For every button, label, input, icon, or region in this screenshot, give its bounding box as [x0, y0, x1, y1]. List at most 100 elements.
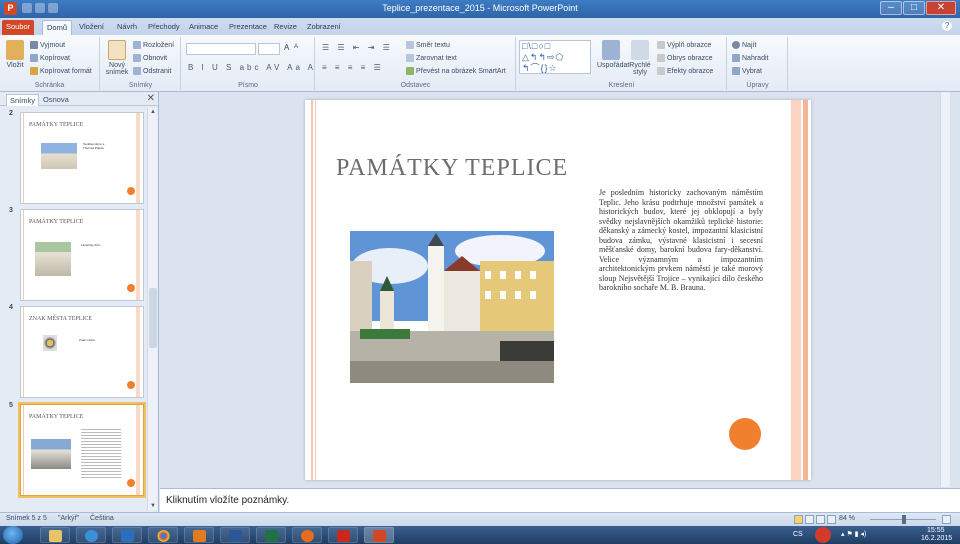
- shapes-gallery[interactable]: □\□○□ △↰↰⇨⬠ ↰⌒{}☆: [519, 40, 591, 74]
- chrome-icon: [157, 530, 170, 542]
- cut-button[interactable]: Vyjmout: [30, 41, 65, 49]
- smartart-icon: [406, 67, 414, 75]
- tab-home[interactable]: Domů: [42, 20, 73, 35]
- fill-icon: [657, 41, 665, 49]
- align-buttons[interactable]: ≡ ≡ ≡ ≡ ☰: [322, 63, 384, 72]
- slide-editor: PAMÁTKY TEPLICE Je posledním historicky …: [160, 92, 950, 487]
- text-direction-button[interactable]: Směr textu: [406, 41, 450, 49]
- reading-view-icon[interactable]: [816, 515, 825, 524]
- layout-button[interactable]: Rozložení: [133, 41, 174, 49]
- slide-thumbnail[interactable]: PAMÁTKY TEPLICE Lázeňský dům: [20, 209, 144, 301]
- align-text-button[interactable]: Zarovnat text: [406, 54, 457, 62]
- tab-slideshow[interactable]: Prezentace: [225, 20, 271, 35]
- tab-review[interactable]: Revize: [270, 20, 301, 35]
- format-painter-button[interactable]: Kopírovat formát: [30, 67, 92, 75]
- font-format-buttons[interactable]: B I U S abc AV Aa A: [188, 63, 316, 72]
- taskbar-chrome[interactable]: [148, 527, 178, 543]
- scroll-thumb[interactable]: [149, 288, 157, 348]
- paste-button[interactable]: Vložit: [3, 40, 27, 69]
- scroll-up-icon[interactable]: ▲: [148, 109, 158, 115]
- replace-icon: [732, 54, 740, 62]
- minimize-button[interactable]: –: [880, 1, 902, 15]
- fit-slide-icon[interactable]: [942, 515, 951, 524]
- slides-label: Snímky: [128, 82, 153, 89]
- status-bar: Snímek 5 z 5 "Arkýř" Čeština 84 %: [0, 512, 960, 526]
- shape-fill-button[interactable]: Výplň obrazce: [657, 41, 711, 49]
- taskbar-word[interactable]: [220, 527, 250, 543]
- taskbar-explorer[interactable]: [40, 527, 70, 543]
- font-name-combobox[interactable]: [186, 43, 256, 55]
- slide-thumbnail[interactable]: PAMÁTKY TEPLICE Teplické lázně a Thermia…: [20, 112, 144, 204]
- arrange-icon: [602, 40, 620, 60]
- town-square-photo[interactable]: [350, 231, 554, 383]
- tab-outline[interactable]: Osnova: [40, 94, 72, 106]
- taskbar-outlook[interactable]: [184, 527, 214, 543]
- window-title: Teplice_prezentace_2015 - Microsoft Powe…: [382, 3, 578, 13]
- grow-font-button[interactable]: A: [284, 43, 289, 52]
- tab-transitions[interactable]: Přechody: [144, 20, 184, 35]
- normal-view-icon[interactable]: [794, 515, 803, 524]
- arrange-button[interactable]: Uspořádat: [597, 40, 629, 69]
- find-button[interactable]: Najít: [732, 41, 756, 49]
- select-button[interactable]: Vybrat: [732, 67, 762, 75]
- slide-thumbnail-selected[interactable]: PAMÁTKY TEPLICE: [18, 402, 146, 498]
- new-slide-button[interactable]: Nový snímek: [103, 40, 131, 76]
- tab-insert[interactable]: Vložení: [75, 20, 108, 35]
- reset-button[interactable]: Obnovit: [133, 54, 167, 62]
- close-pane-icon[interactable]: ✕: [147, 93, 155, 104]
- scroll-down-icon[interactable]: ▼: [148, 503, 158, 509]
- quick-styles-button[interactable]: Rychlé styly: [627, 40, 653, 76]
- clock-date[interactable]: 16.2.2015: [921, 535, 952, 542]
- media-player-icon: [121, 530, 134, 542]
- taskbar-firefox[interactable]: [292, 527, 322, 543]
- start-button[interactable]: [3, 526, 23, 544]
- shape-effects-button[interactable]: Efekty obrazce: [657, 67, 713, 75]
- font-size-combobox[interactable]: [258, 43, 280, 55]
- ribbon: Vložit Vyjmout Kopírovat Kopírovat formá…: [0, 35, 960, 92]
- taskbar-acrobat[interactable]: [328, 527, 358, 543]
- zoom-level[interactable]: 84 %: [839, 515, 855, 522]
- shape-outline-button[interactable]: Obrys obrazce: [657, 54, 713, 62]
- select-icon: [732, 67, 740, 75]
- zoom-slider-knob[interactable]: [902, 515, 906, 524]
- notes-placeholder[interactable]: Kliknutím vložíte poznámky.: [166, 495, 289, 506]
- zoom-controls: 84 %: [794, 515, 954, 525]
- tray-app-icon[interactable]: [815, 527, 831, 543]
- taskbar-powerpoint[interactable]: [364, 527, 394, 543]
- list-buttons[interactable]: ☰ ☰ ⇤ ⇥ ☰: [322, 43, 393, 52]
- slide-body-text[interactable]: Je posledním historicky zachovaným náměs…: [599, 188, 763, 293]
- slide-number: 4: [9, 304, 13, 311]
- input-language[interactable]: CS: [793, 531, 803, 538]
- tab-design[interactable]: Návrh: [113, 20, 141, 35]
- slideshow-icon[interactable]: [827, 515, 836, 524]
- help-icon[interactable]: ?: [942, 21, 952, 31]
- shrink-font-button[interactable]: A: [294, 44, 298, 50]
- replace-button[interactable]: Nahradit: [732, 54, 768, 62]
- tray-icons[interactable]: ▴ ⚑ ▮ ◂): [841, 530, 866, 538]
- thumbnail-image: [31, 439, 71, 469]
- slide-sorter-icon[interactable]: [805, 515, 814, 524]
- notes-pane[interactable]: Kliknutím vložíte poznámky.: [160, 488, 960, 512]
- tab-slides[interactable]: Snímky: [6, 94, 40, 106]
- clock-time[interactable]: 15:55: [927, 527, 945, 534]
- tab-animations[interactable]: Animace: [185, 20, 222, 35]
- slide-thumbnail[interactable]: ZNAK MĚSTA TEPLICE Znak města: [20, 306, 144, 398]
- taskbar-media[interactable]: [112, 527, 142, 543]
- slide-title[interactable]: PAMÁTKY TEPLICE: [336, 155, 568, 182]
- current-slide[interactable]: PAMÁTKY TEPLICE Je posledním historicky …: [305, 100, 811, 480]
- pane-scrollbar[interactable]: ▲ ▼: [147, 108, 157, 510]
- maximize-button[interactable]: □: [903, 1, 925, 15]
- paragraph-label: Odstavec: [400, 82, 431, 89]
- taskbar-ie[interactable]: [76, 527, 106, 543]
- close-button[interactable]: ✕: [926, 1, 956, 15]
- delete-slide-button[interactable]: Odstranit: [133, 67, 171, 75]
- editor-scrollbar[interactable]: [940, 92, 950, 487]
- taskbar-excel[interactable]: [256, 527, 286, 543]
- tab-file[interactable]: Soubor: [2, 20, 35, 35]
- pane-tabs: Snímky Osnova ✕: [0, 92, 159, 106]
- tab-view[interactable]: Zobrazení: [303, 20, 345, 35]
- copy-button[interactable]: Kopírovat: [30, 54, 70, 62]
- binoculars-icon: [732, 41, 740, 49]
- smartart-button[interactable]: Převést na obrázek SmartArt: [406, 67, 506, 75]
- language-indicator[interactable]: Čeština: [90, 515, 114, 522]
